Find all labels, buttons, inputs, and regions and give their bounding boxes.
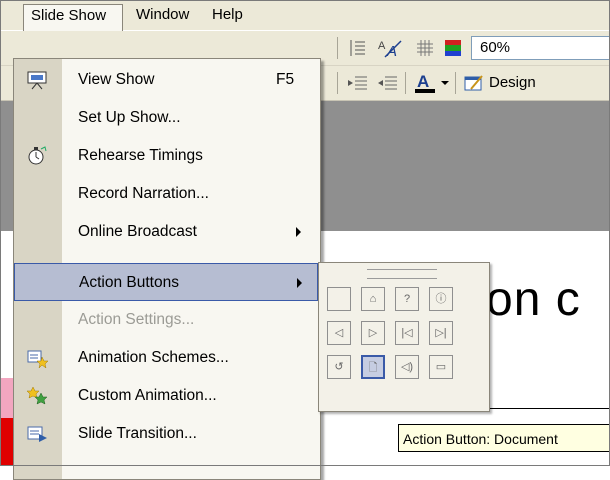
action-button-information[interactable]: ⓘ — [429, 287, 453, 311]
action-button-document[interactable]: 🗋 — [361, 355, 385, 379]
menu-help-label: Help — [212, 6, 243, 23]
color-grayscale-icon[interactable] — [443, 38, 463, 58]
action-button-custom[interactable] — [327, 287, 351, 311]
stopwatch-icon — [28, 146, 47, 165]
design-icon[interactable] — [463, 73, 485, 93]
slide-transition-icon — [27, 426, 47, 442]
menu-item-rehearse-timings[interactable]: Rehearse Timings — [14, 137, 318, 175]
toolbar-separator — [337, 37, 338, 59]
menu-item-online-broadcast[interactable]: Online Broadcast — [14, 213, 318, 251]
action-button-back[interactable]: ◁ — [327, 321, 351, 345]
action-button-sound[interactable]: ◁) — [395, 355, 419, 379]
menu-item-label: Online Broadcast — [78, 223, 197, 240]
thumbnail-strip — [1, 378, 13, 418]
menu-window-label: Window — [136, 6, 190, 23]
menu-item-view-show[interactable]: View Show F5 — [14, 61, 318, 99]
increase-indent-icon[interactable] — [377, 73, 399, 93]
menu-slide-show-label: Slide Show — [31, 7, 107, 24]
action-button-beginning[interactable]: |◁ — [395, 321, 419, 345]
menu-item-action-buttons[interactable]: Action Buttons — [14, 263, 318, 301]
zoom-box[interactable]: 60% — [471, 36, 610, 60]
menu-item-label: View Show — [78, 71, 155, 88]
menu-item-custom-animation[interactable]: Custom Animation... — [14, 377, 318, 415]
menu-slide-show[interactable]: Slide Show — [23, 4, 123, 31]
font-color-icon[interactable]: A — [413, 71, 437, 95]
action-buttons-submenu: ⌂ ? ⓘ ◁ ▷ |◁ ▷| ↺ 🗋 ◁) ▭ — [318, 262, 490, 412]
menu-item-animation-schemes[interactable]: Animation Schemes... — [14, 339, 318, 377]
action-button-return[interactable]: ↺ — [327, 355, 351, 379]
tooltip: Action Button: Document — [398, 424, 610, 452]
menu-item-label: Custom Animation... — [78, 387, 217, 404]
menu-help[interactable]: Help — [205, 4, 250, 26]
line-spacing-icon[interactable] — [347, 38, 367, 58]
slide-show-menu: View Show F5 Set Up Show... Rehearse Tim… — [13, 58, 321, 480]
action-button-help[interactable]: ? — [395, 287, 419, 311]
menu-item-label: Action Buttons — [79, 274, 179, 291]
menu-item-set-up-show[interactable]: Set Up Show... — [14, 99, 318, 137]
menu-item-label: Animation Schemes... — [78, 349, 229, 366]
menu-item-slide-transition[interactable]: Slide Transition... — [14, 415, 318, 453]
menu-item-label: Record Narration... — [78, 185, 209, 202]
decrease-indent-icon[interactable] — [347, 73, 369, 93]
drag-handle[interactable] — [367, 269, 437, 279]
menu-item-label: Slide Transition... — [78, 425, 197, 442]
svg-text:A: A — [378, 40, 386, 52]
action-button-movie[interactable]: ▭ — [429, 355, 453, 379]
menu-item-label: Set Up Show... — [78, 109, 181, 126]
submenu-arrow-icon — [296, 227, 301, 237]
design-button-label[interactable]: Design — [489, 74, 536, 91]
animation-schemes-icon — [27, 350, 48, 368]
menu-bar: Slide Show Window Help — [1, 1, 610, 31]
projector-icon — [27, 71, 47, 90]
font-size-icon[interactable]: A A — [377, 37, 403, 59]
menu-item-shortcut: F5 — [276, 71, 295, 88]
menu-item-label: Action Settings... — [78, 311, 195, 328]
toolbar-separator — [405, 72, 406, 94]
toolbar-separator — [455, 72, 456, 94]
menu-item-action-settings[interactable]: Action Settings... — [14, 301, 318, 339]
chevron-down-icon[interactable] — [441, 81, 449, 85]
menu-window[interactable]: Window — [129, 4, 196, 26]
submenu-arrow-icon — [297, 278, 302, 288]
action-button-end[interactable]: ▷| — [429, 321, 453, 345]
action-button-forward[interactable]: ▷ — [361, 321, 385, 345]
svg-text:A: A — [417, 72, 429, 91]
action-button-home[interactable]: ⌂ — [361, 287, 385, 311]
menu-item-record-narration[interactable]: Record Narration... — [14, 175, 318, 213]
zoom-value: 60% — [480, 39, 511, 56]
thumbnail-strip — [1, 418, 13, 466]
toolbar-separator — [337, 72, 338, 94]
grid-icon[interactable] — [415, 38, 435, 58]
menu-item-label: Rehearse Timings — [78, 147, 203, 164]
custom-animation-icon — [26, 386, 48, 405]
slide-pane-strip — [1, 231, 13, 378]
